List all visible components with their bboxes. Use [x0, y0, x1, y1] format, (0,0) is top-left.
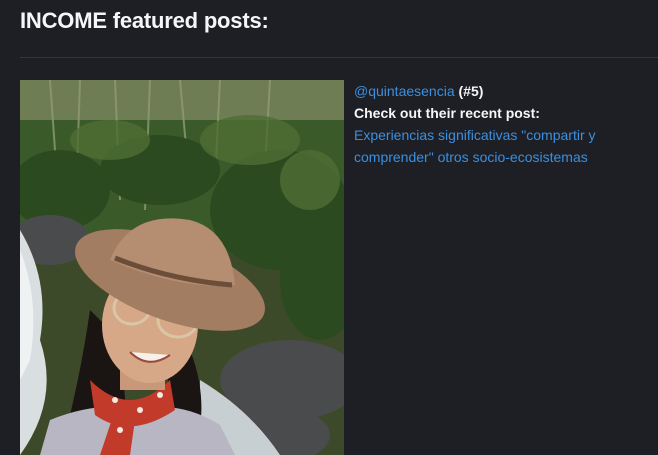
section-heading: INCOME featured posts:	[20, 8, 269, 33]
divider	[20, 57, 658, 58]
page: INCOME featured posts: @quintaesencia (#…	[0, 0, 658, 455]
featured-post-image[interactable]	[20, 80, 344, 455]
featured-post-info: @quintaesencia (#5) Check out their rece…	[354, 80, 654, 168]
post-title-link[interactable]: Experiencias significativas "compartir y…	[354, 124, 644, 168]
author-link[interactable]: @quintaesencia	[354, 83, 455, 99]
rank-badge: (#5)	[458, 83, 484, 99]
author-line: @quintaesencia (#5)	[354, 80, 654, 102]
cta-text: Check out their recent post:	[354, 105, 540, 121]
